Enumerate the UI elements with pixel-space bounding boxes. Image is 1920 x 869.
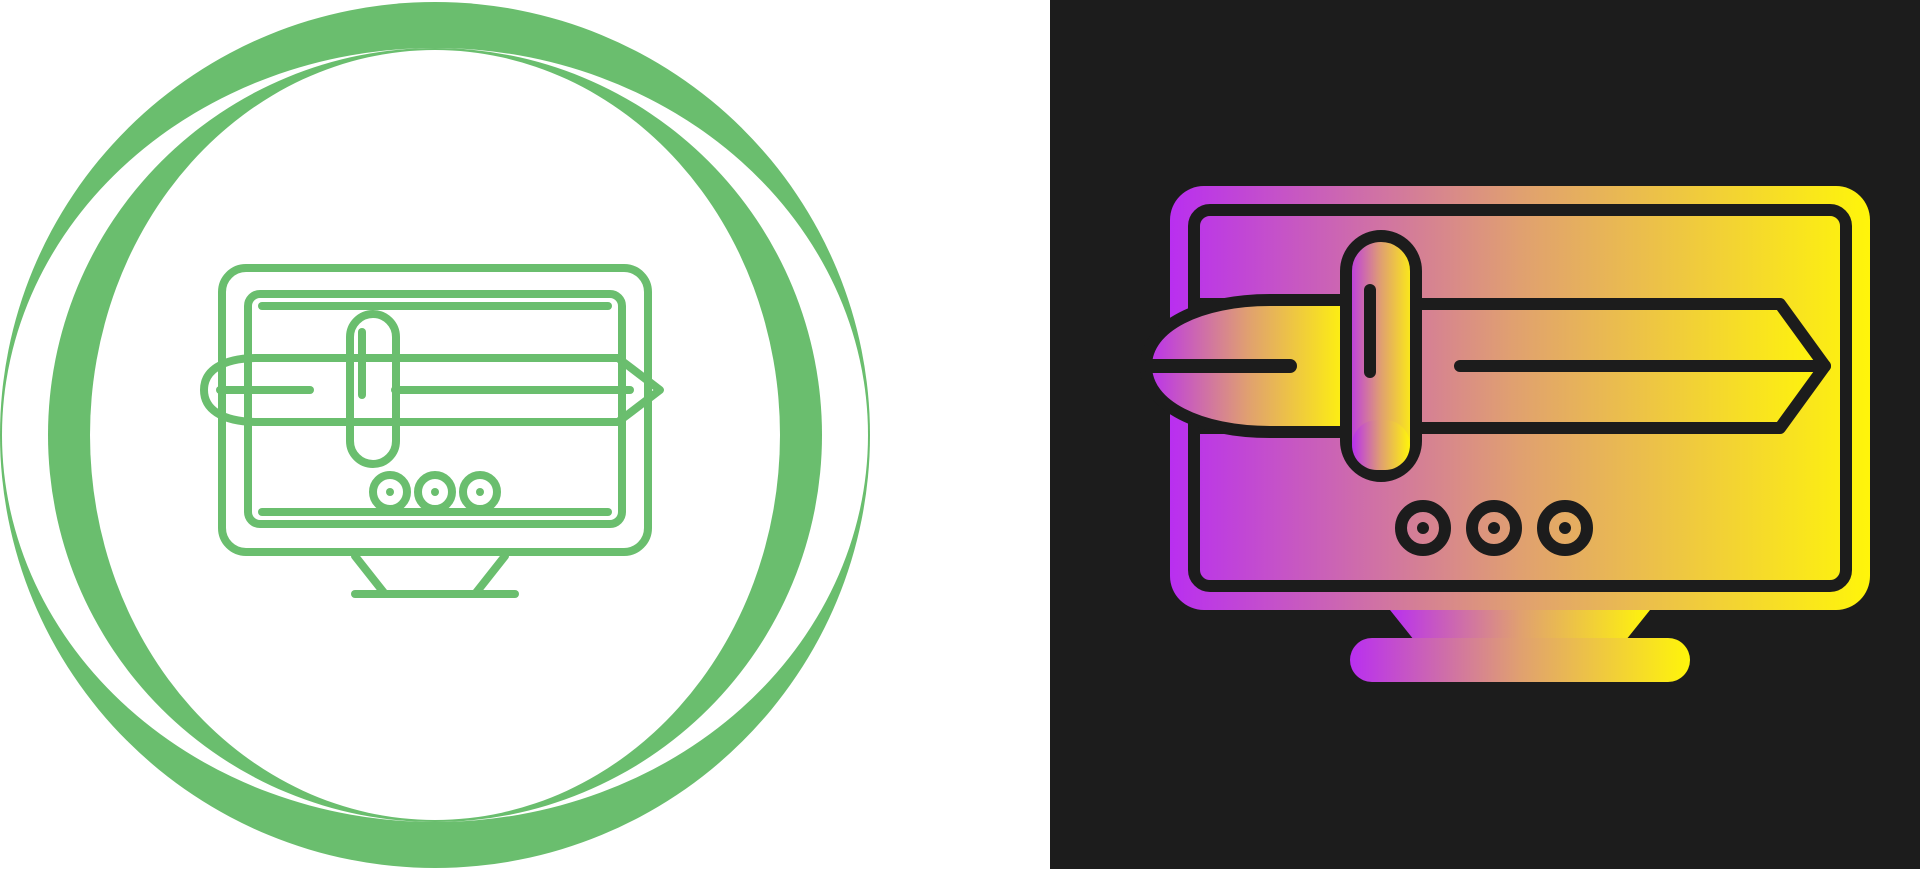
dot-center-3 <box>1559 522 1571 534</box>
dot-center-2 <box>431 488 439 496</box>
icon-preview-sheet <box>0 0 1920 869</box>
dot-center-2 <box>1488 522 1500 534</box>
dot-center-1 <box>1417 522 1429 534</box>
dot-center-3 <box>476 488 484 496</box>
gradient-icon-panel <box>1050 0 1920 869</box>
monitor-base <box>1350 638 1690 682</box>
computer-pen-line-icon <box>0 2 870 868</box>
outer-ring-decoration <box>0 2 870 868</box>
dot-center-1 <box>386 488 394 496</box>
computer-pen-gradient-icon <box>1140 186 1870 682</box>
finger-tip <box>1352 420 1410 470</box>
line-icon-panel <box>0 0 1050 869</box>
